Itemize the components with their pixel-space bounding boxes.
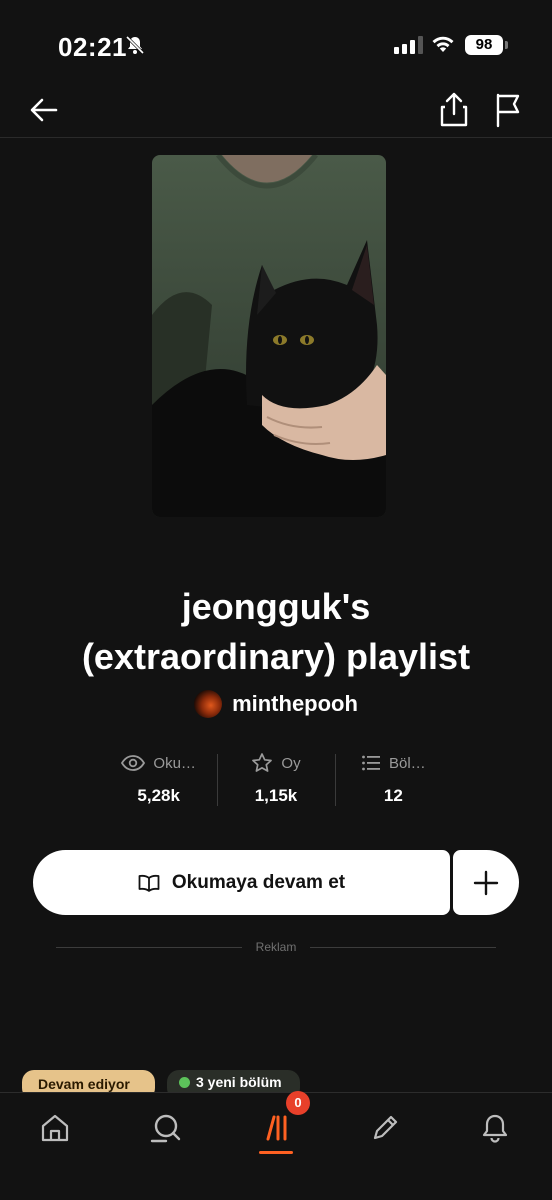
status-bar: 02:21 98	[0, 0, 552, 90]
ad-label: Reklam	[255, 940, 297, 954]
author-avatar	[194, 690, 223, 718]
report-button[interactable]	[490, 90, 526, 130]
continue-reading-label: Okumaya devam et	[171, 871, 346, 893]
author-name: minthepooh	[232, 691, 358, 716]
stat-votes-label: Oy	[281, 754, 301, 772]
new-parts-dot	[179, 1077, 190, 1088]
star-icon	[252, 753, 273, 772]
story-cover-image[interactable]	[152, 155, 386, 517]
story-title: jeongguk's (extraordinary) playlist	[0, 582, 552, 682]
add-to-library-button[interactable]	[453, 850, 519, 915]
flag-icon	[496, 93, 520, 128]
bell-muted-icon	[125, 35, 145, 55]
stat-parts[interactable]: Böl… 12	[334, 750, 452, 810]
book-open-icon	[138, 874, 160, 892]
tab-search[interactable]	[140, 1105, 190, 1151]
cover-photo	[152, 155, 386, 517]
plus-icon	[473, 870, 499, 895]
story-title-line-2: (extraordinary) playlist	[81, 636, 471, 677]
story-title-line-1: jeongguk's	[181, 586, 371, 627]
eye-icon	[121, 755, 146, 771]
story-stats: Oku… 5,28k Oy 1,15k Böl… 12	[100, 750, 452, 810]
battery-tip	[505, 41, 508, 49]
bell-icon	[482, 1114, 508, 1143]
stat-reads-header: Oku…	[100, 750, 217, 776]
search-icon	[150, 1114, 181, 1143]
stat-reads-value: 5,28k	[137, 786, 180, 805]
continue-reading-button[interactable]: Okumaya devam et	[33, 850, 450, 915]
library-icon	[266, 1115, 287, 1141]
share-button[interactable]	[436, 90, 472, 130]
wifi-icon	[432, 36, 454, 52]
list-icon	[362, 755, 380, 771]
battery-indicator: 98	[465, 35, 503, 55]
author-link[interactable]: minthepooh	[0, 690, 552, 718]
stat-votes-header: Oy	[217, 750, 334, 776]
stat-reads[interactable]: Oku… 5,28k	[100, 750, 217, 810]
arrow-left-icon	[30, 98, 58, 122]
home-icon	[41, 1114, 69, 1142]
ad-divider-line-right	[310, 946, 496, 948]
stat-parts-label: Böl…	[388, 754, 426, 772]
active-tab-indicator	[259, 1151, 293, 1154]
status-time: 02:21	[58, 32, 127, 62]
stat-reads-label: Oku…	[153, 754, 196, 772]
stat-parts-header: Böl…	[335, 750, 452, 776]
share-icon	[440, 92, 468, 127]
library-badge: 0	[286, 1091, 310, 1115]
stat-parts-value: 12	[383, 786, 403, 805]
ad-divider-line-left	[56, 946, 242, 948]
stat-votes-value: 1,15k	[254, 786, 298, 805]
tab-notifications[interactable]	[470, 1105, 520, 1151]
stat-votes[interactable]: Oy 1,15k	[217, 750, 334, 810]
top-nav-bar	[0, 90, 552, 138]
bottom-tab-bar	[0, 1092, 552, 1200]
tab-write[interactable]	[360, 1105, 410, 1151]
pencil-icon	[373, 1115, 398, 1140]
back-button[interactable]	[26, 92, 66, 128]
cellular-signal-icon	[394, 36, 423, 54]
ad-divider: Reklam	[56, 936, 496, 958]
tab-home[interactable]	[30, 1105, 80, 1151]
